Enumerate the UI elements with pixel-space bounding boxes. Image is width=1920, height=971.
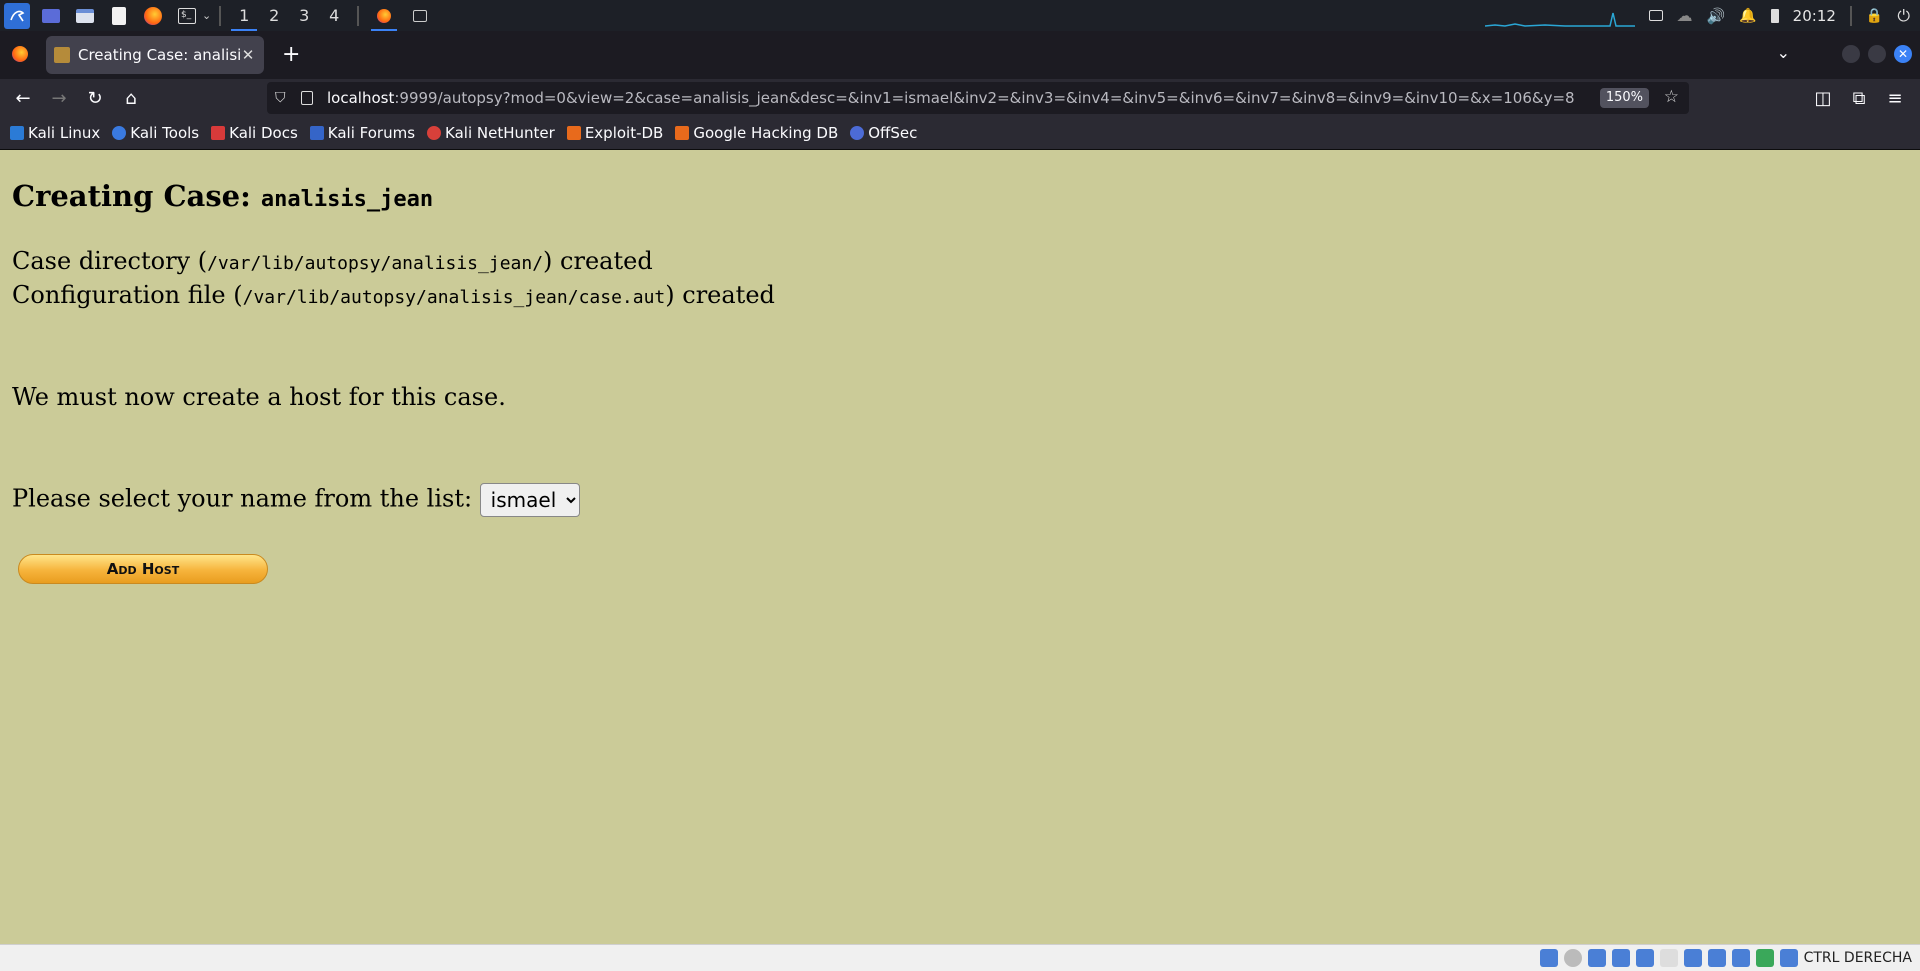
power-icon[interactable]: ⏻ [1897,6,1910,26]
investigator-select[interactable]: ismael [479,483,580,517]
file-manager-icon[interactable] [72,3,98,29]
vm-optical-drive-icon[interactable] [1563,949,1582,967]
bookmark-kali-nethunter[interactable]: Kali NetHunter [427,124,555,142]
forward-button[interactable]: → [46,85,72,111]
config-file-path: /var/lib/autopsy/analisis_jean/case.aut [242,287,666,308]
cloud-icon[interactable]: ☁ [1677,6,1693,25]
notification-bell-icon[interactable]: 🔔 [1739,8,1756,24]
case-name: analisis_jean [260,187,434,212]
text-editor-icon[interactable] [106,3,132,29]
bookmark-kali-forums[interactable]: Kali Forums [309,124,415,142]
screen-icon[interactable] [1648,10,1663,21]
vm-storage-icon[interactable] [1539,949,1558,967]
vm-recording-icon[interactable] [1707,949,1726,967]
vm-audio-icon[interactable] [1587,949,1606,967]
extensions-icon[interactable]: ⧉ [1846,85,1872,111]
browser-tab-strip: Creating Case: analisis_je ✕ + ⌄ ✕ [0,31,1920,79]
bookmark-exploit-db[interactable]: Exploit-DB [566,124,663,142]
host-key-label: CTRL DERECHA [1803,950,1912,966]
vm-usb-icon[interactable] [1635,949,1654,967]
workspace-2[interactable]: 2 [259,0,289,31]
pocket-icon[interactable]: ◫ [1810,85,1836,111]
ghdb-icon [675,126,690,140]
minimize-button[interactable] [1842,45,1860,63]
terminal-icon[interactable]: $_ [174,3,200,29]
app-menu-icon[interactable]: ≡ [1882,85,1908,111]
vm-shared-folders-icon[interactable] [1659,949,1678,967]
bookmark-kali-docs[interactable]: Kali Docs [211,124,298,142]
home-button[interactable]: ⌂ [118,85,144,111]
firefox-icon[interactable] [140,3,166,29]
url-bar[interactable]: ⛉ localhost:9999/autopsy?mod=0&view=2&ca… [267,82,1689,114]
tab-autopsy[interactable]: Creating Case: analisis_je ✕ [46,36,264,74]
tab-title: Creating Case: analisis_je [78,46,240,64]
list-all-tabs-icon[interactable]: ⌄ [1777,43,1790,62]
workspace-3[interactable]: 3 [289,0,319,31]
bookmark-offsec[interactable]: OffSec [850,124,917,142]
vm-cpu-icon[interactable] [1731,949,1750,967]
chevron-down-icon[interactable]: ⌄ [202,9,211,22]
taskbar-separator [219,5,222,26]
close-tab-icon[interactable]: ✕ [240,46,256,64]
maximize-button[interactable] [1868,45,1886,63]
kali-docs-icon [211,126,226,140]
host-message: We must now create a host for this case. [12,383,506,411]
kali-dragon-icon [10,126,24,140]
tracking-shield-icon[interactable]: ⛉ [275,90,286,106]
zoom-level-badge[interactable]: 150% [1599,88,1649,108]
taskbar-separator [357,5,360,26]
show-desktop-icon[interactable] [38,3,64,29]
new-tab-button[interactable]: + [282,44,300,66]
offsec-icon [850,126,865,140]
select-name-label: Please select your name from the list: [12,484,480,513]
workspace-1[interactable]: 1 [229,0,259,31]
page-info-icon[interactable] [301,91,313,105]
exploit-db-icon [566,126,581,140]
case-directory-path: /var/lib/autopsy/analisis_jean/ [207,253,544,274]
bookmark-google-hacking-db[interactable]: Google Hacking DB [675,124,838,142]
cpu-graph-icon [1484,12,1635,27]
navigation-toolbar: ← → ↻ ⌂ ⛉ localhost:9999/autopsy?mod=0&v… [0,79,1920,117]
lock-icon[interactable]: 🔒 [1866,8,1883,24]
config-file-line: Configuration file (/var/lib/autopsy/ana… [12,281,775,309]
kali-menu-icon[interactable] [4,2,30,29]
vm-mouse-integration-icon[interactable] [1779,949,1798,967]
bookmark-star-icon[interactable]: ☆ [1664,87,1679,107]
bookmark-kali-linux[interactable]: Kali Linux [10,124,100,142]
vm-network-icon[interactable] [1611,949,1630,967]
workspace-4[interactable]: 4 [319,0,349,31]
url-text: localhost:9999/autopsy?mod=0&view=2&case… [327,89,1575,107]
taskbar-terminal-window[interactable] [407,3,433,29]
taskbar-firefox-window[interactable] [369,0,399,31]
vm-guest-additions-icon[interactable] [1755,949,1774,967]
kali-forums-icon [309,126,324,140]
reload-button[interactable]: ↻ [82,85,108,111]
page-content: Creating Case: analisis_jean Case direct… [0,151,1920,944]
firefox-view-icon[interactable] [12,46,28,62]
select-name-row: Please select your name from the list: i… [12,483,580,517]
bookmarks-toolbar: Kali Linux Kali Tools Kali Docs Kali For… [0,117,1920,150]
kali-tools-icon [112,126,127,140]
bookmark-kali-tools[interactable]: Kali Tools [112,124,199,142]
taskbar-separator [1849,5,1852,26]
back-button[interactable]: ← [10,85,36,111]
vm-status-bar: CTRL DERECHA [0,944,1920,971]
vm-display-icon[interactable] [1683,949,1702,967]
nethunter-icon [427,126,442,140]
battery-icon [1770,8,1779,23]
case-directory-line: Case directory (/var/lib/autopsy/analisi… [12,247,653,275]
volume-icon[interactable]: 🔊 [1707,7,1726,25]
autopsy-favicon-icon [54,47,70,63]
close-window-button[interactable]: ✕ [1894,45,1912,63]
desktop-taskbar: $_ ⌄ 1 2 3 4 ☁ 🔊 🔔 20:12 🔒 ⏻ [0,0,1920,31]
add-host-button[interactable]: Add Host [18,554,268,584]
clock[interactable]: 20:12 [1793,7,1836,25]
page-title: Creating Case: analisis_jean [12,179,434,213]
